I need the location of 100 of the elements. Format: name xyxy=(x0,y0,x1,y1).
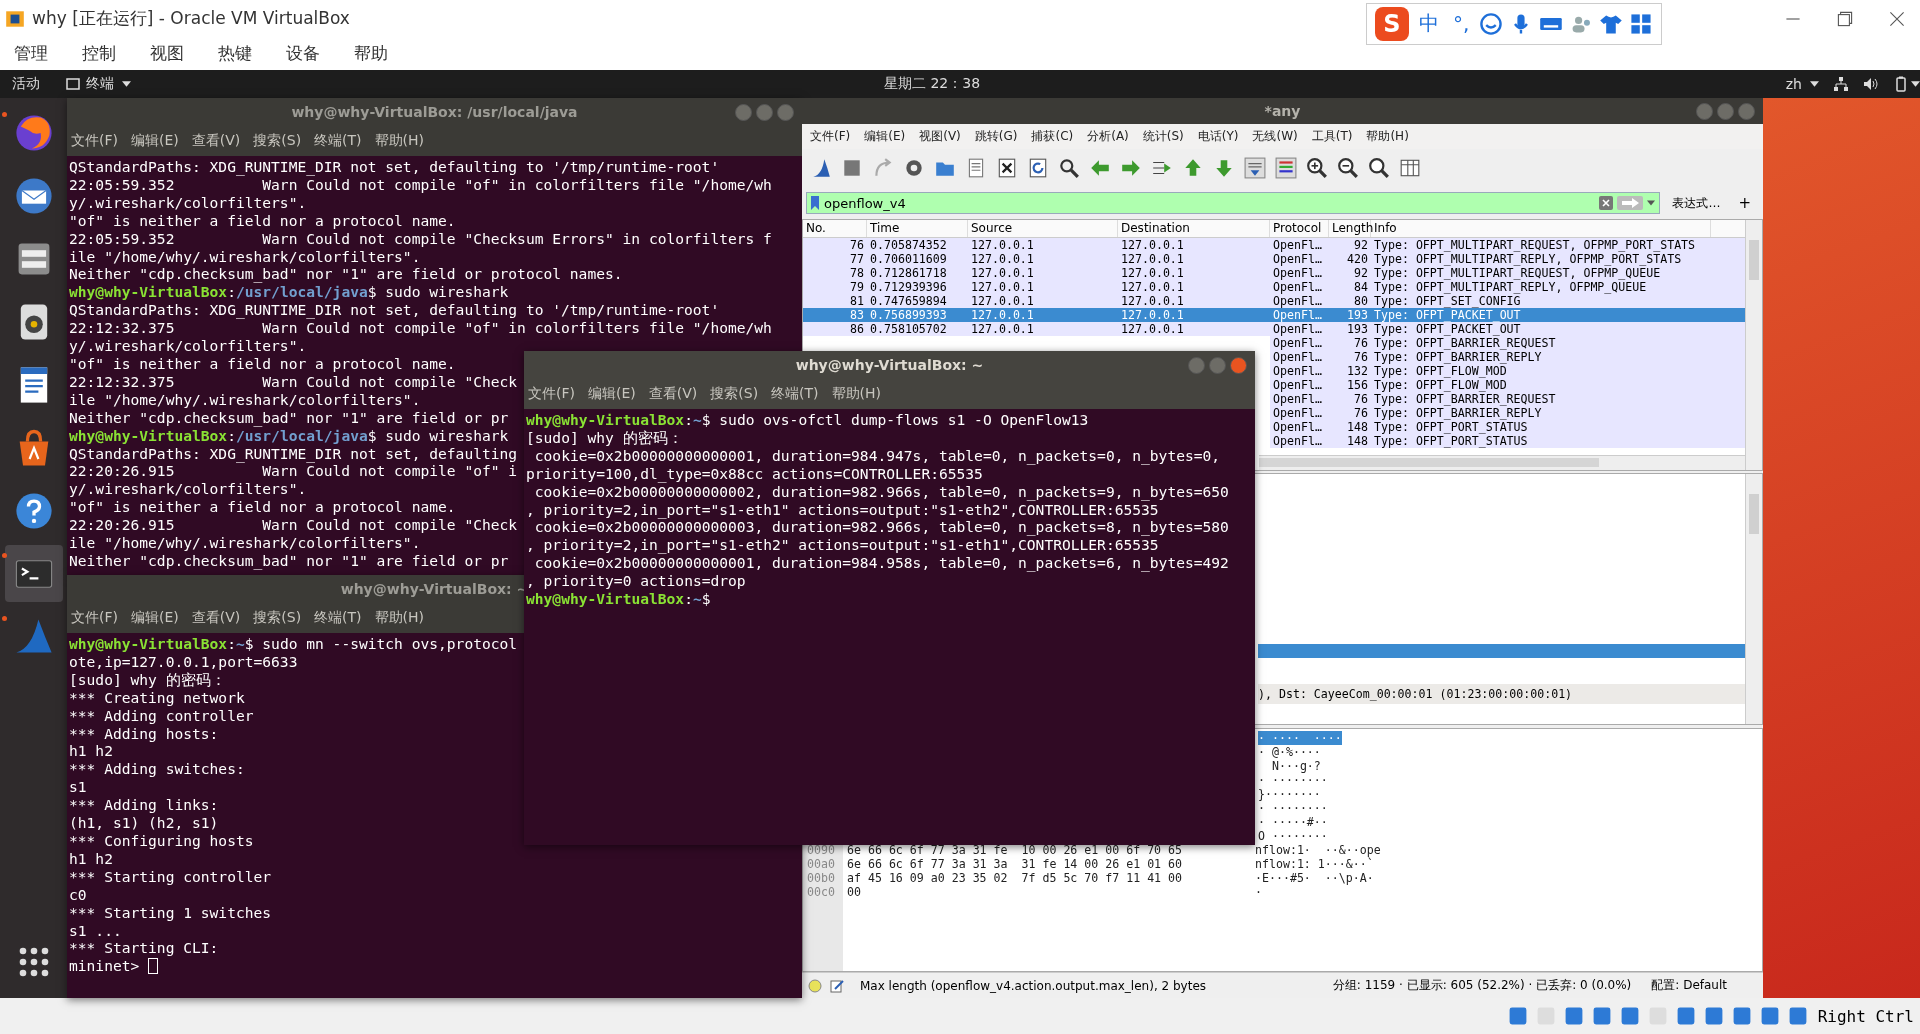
packet-row[interactable]: 86 0.758105702 127.0.0.1 127.0.0.1 OpenFl… 193 Type: OFPT_PACKET_OUT xyxy=(803,322,1745,336)
terminal-line: ile "/home/why/.wireshark/colorfilters". xyxy=(69,534,421,552)
window-title: why@why-VirtualBox: /usr/local/java xyxy=(291,104,578,120)
table-cell: OpenFl… xyxy=(1273,392,1322,406)
packet-row[interactable]: OpenFl… 148 Type: OFPT_PORT_STATUS xyxy=(1270,420,1745,434)
packet-row[interactable]: 77 0.706011609 127.0.0.1 127.0.0.1 OpenFl… 420 Type: OFPT_MULTIPART_REPLY, OFPMP_PORT_STATS xyxy=(803,252,1745,266)
terminal-line: "of" is neither a field nor a protocol name. xyxy=(69,354,456,373)
terminal-line: c0 xyxy=(69,885,87,904)
column-header[interactable]: Source xyxy=(968,220,1118,237)
detail-row[interactable]: ), Dst: CayeeCom_00:00:01 (01:23:00:00:00:01) xyxy=(1258,684,1745,704)
window-title: *any xyxy=(1264,103,1301,119)
menu-item[interactable]: 控制 xyxy=(82,42,116,65)
column-header[interactable]: Time xyxy=(867,220,968,237)
table-cell: OpenFl… xyxy=(1273,252,1322,266)
menu-item[interactable]: 终端(T) xyxy=(771,385,819,403)
table-cell: 84 xyxy=(1354,280,1368,294)
clock[interactable]: 星期二 22：38 xyxy=(884,75,981,93)
app-menu[interactable]: 终端 xyxy=(80,75,120,93)
activities-button[interactable]: 活动 xyxy=(6,75,46,93)
terminal-line: 22:05:59.352 Warn Could not compile "Checksum Errors" in colorfilters f xyxy=(69,229,772,248)
menu-item[interactable]: 设备 xyxy=(286,42,320,65)
menu-item[interactable]: 视图 xyxy=(150,42,184,65)
table-cell: OpenFl… xyxy=(1273,364,1322,378)
column-header[interactable]: No. xyxy=(803,220,867,237)
table-cell: Type: OFPT_MULTIPART_REPLY, OFPMP_QUEUE xyxy=(1374,280,1647,294)
host-key-label: Right Ctrl xyxy=(1817,1006,1914,1026)
menu-item[interactable]: 管理 xyxy=(14,42,48,65)
menu-item[interactable]: 搜索(S) xyxy=(253,132,302,150)
packet-row[interactable]: 81 0.747659894 127.0.0.1 127.0.0.1 OpenFl… 80 Type: OFPT_SET_CONFIG xyxy=(803,294,1745,308)
menu-item[interactable]: 终端(T) xyxy=(314,132,362,150)
terminal-line: y/.wireshark/colorfilters". xyxy=(69,337,307,355)
menu-item[interactable]: 查看(V) xyxy=(648,385,698,403)
packet-row[interactable]: OpenFl… 76 Type: OFPT_BARRIER_REPLY xyxy=(1270,350,1745,364)
table-cell: 193 xyxy=(1347,308,1368,322)
hex-text: af 45 16 09 a0 23 35 02 7f d5 5c 70 f7 11 41 00 xyxy=(846,871,1184,885)
table-cell: 76 xyxy=(1354,406,1368,420)
packet-row[interactable]: OpenFl… 148 Type: OFPT_PORT_STATUS xyxy=(1270,434,1745,448)
menu-item[interactable]: 编辑(E) xyxy=(131,609,179,627)
menu-item[interactable]: 搜索(S) xyxy=(710,385,759,403)
packet-row[interactable]: OpenFl… 76 Type: OFPT_BARRIER_REQUEST xyxy=(1270,392,1745,406)
menu-item[interactable]: 帮助(H) xyxy=(1366,128,1409,145)
menu-item[interactable]: 无线(W) xyxy=(1252,128,1298,145)
packet-row[interactable]: OpenFl… 132 Type: OFPT_FLOW_MOD xyxy=(1270,364,1745,378)
column-header[interactable]: Protocol xyxy=(1270,220,1329,237)
input-mode-toggle[interactable]: 中 xyxy=(1414,10,1443,37)
ascii-text: nflow:1: 1···&··` xyxy=(1255,857,1374,871)
terminal-line: *** Configuring hosts xyxy=(69,831,254,850)
terminal-line: 22:12:32.375 Warn Could not compile "Check xyxy=(69,372,518,391)
terminal-line: 22:20:26.915 Warn Could not compile "Check xyxy=(69,516,518,535)
column-header[interactable]: Length xyxy=(1329,220,1371,237)
menu-item[interactable]: 电话(Y) xyxy=(1197,128,1239,145)
menu-item[interactable]: 文件(F) xyxy=(528,385,575,403)
menu-item[interactable]: 查看(V) xyxy=(191,609,241,627)
table-cell: 127.0.0.1 xyxy=(971,322,1034,336)
menu-item[interactable]: 编辑(E) xyxy=(131,132,179,150)
table-cell: 127.0.0.1 xyxy=(1121,252,1184,266)
ime-logo[interactable]: S xyxy=(1375,6,1409,41)
hex-text: 6e 66 6c 6f 77 3a 31 fe 10 00 26 e1 00 6f 70 65 xyxy=(846,843,1184,857)
menu-item[interactable]: 搜索(S) xyxy=(253,609,302,627)
terminal-line: ile "/home/why/.wireshark/colorfilters". xyxy=(69,247,421,266)
packet-row[interactable]: 79 0.712939396 127.0.0.1 127.0.0.1 OpenFl… 84 Type: OFPT_MULTIPART_REPLY, OFPMP_QUEUE xyxy=(803,280,1745,294)
menu-item[interactable]: 文件(F) xyxy=(71,609,118,627)
menu-item[interactable]: 编辑(E) xyxy=(588,385,636,403)
menu-item[interactable]: 终端(T) xyxy=(314,609,362,627)
menu-item[interactable]: 视图(V) xyxy=(919,128,961,145)
table-cell: 78 xyxy=(850,266,864,280)
menu-item[interactable]: 分析(A) xyxy=(1087,128,1129,145)
menu-item[interactable]: 帮助(H) xyxy=(831,385,882,403)
table-cell: OpenFl… xyxy=(1273,378,1322,392)
menu-item[interactable]: 统计(S) xyxy=(1142,128,1184,145)
menu-item[interactable]: 工具(T) xyxy=(1311,128,1353,145)
menu-item[interactable]: 查看(V) xyxy=(191,132,241,150)
menu-item[interactable]: 文件(F) xyxy=(71,132,118,150)
packet-row[interactable]: OpenFl… 76 Type: OFPT_BARRIER_REPLY xyxy=(1270,406,1745,420)
menu-item[interactable]: 帮助(H) xyxy=(374,132,425,150)
packet-row[interactable]: 83 0.756899393 127.0.0.1 127.0.0.1 OpenFl… 193 Type: OFPT_PACKET_OUT xyxy=(803,308,1745,322)
punctuation-toggle[interactable]: °, xyxy=(1448,11,1474,36)
column-header[interactable]: Destination xyxy=(1118,220,1270,237)
window-title: why@why-VirtualBox: ~ xyxy=(795,357,984,373)
packet-row[interactable]: 76 0.705874352 127.0.0.1 127.0.0.1 OpenFl… 92 Type: OFPT_MULTIPART_REQUEST, OFPMP_PORT_STATS xyxy=(803,238,1745,252)
menu-item[interactable]: 热键 xyxy=(218,42,252,65)
terminal-line: s1 xyxy=(69,778,87,797)
menu-item[interactable]: 跳转(G) xyxy=(974,128,1018,145)
expression-button[interactable]: 表达式… xyxy=(1672,194,1721,212)
packet-row[interactable]: OpenFl… 156 Type: OFPT_FLOW_MOD xyxy=(1270,378,1745,392)
table-cell: 0.712939396 xyxy=(870,280,947,294)
terminal-line: why@why-VirtualBox:~$ xyxy=(526,590,711,608)
menu-item[interactable]: 文件(F) xyxy=(810,128,851,145)
menu-item[interactable]: 捕获(C) xyxy=(1031,128,1074,145)
display-filter-field[interactable]: openflow_v4 xyxy=(806,192,1661,214)
table-cell: OpenFl… xyxy=(1273,420,1322,434)
language-menu[interactable]: zh xyxy=(1779,76,1808,92)
packet-row[interactable]: 78 0.712861718 127.0.0.1 127.0.0.1 OpenFl… 92 Type: OFPT_MULTIPART_REQUEST, OFPMP_QUEUE xyxy=(803,266,1745,280)
profile-label[interactable]: 配置: Default xyxy=(1651,977,1727,994)
menu-item[interactable]: 编辑(E) xyxy=(864,128,906,145)
menu-item[interactable]: 帮助(H) xyxy=(374,609,425,627)
add-button[interactable]: + xyxy=(1730,194,1759,212)
packet-row[interactable]: OpenFl… 76 Type: OFPT_BARRIER_REQUEST xyxy=(1270,336,1745,350)
menu-item[interactable]: 帮助 xyxy=(354,42,388,65)
table-cell: Type: OFPT_SET_CONFIG xyxy=(1374,294,1521,308)
